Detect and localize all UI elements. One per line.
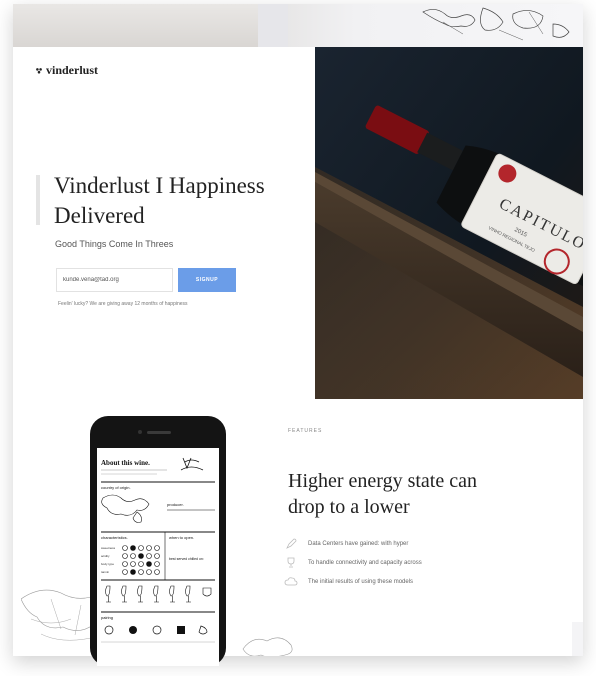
hero-title: Vinderlust I Happiness Delivered — [54, 173, 265, 228]
feature-text: To handle connectivity and capacity acro… — [308, 560, 422, 566]
scroll-edge — [572, 622, 583, 656]
giveaway-note: Feelin' lucky? We are giving away 12 mon… — [58, 301, 188, 307]
phone-mockup: About this wine. country of origin. prod… — [90, 416, 226, 666]
phone-screen: About this wine. country of origin. prod… — [97, 448, 219, 666]
map-sketch-illustration-small — [242, 637, 293, 656]
trophy-icon — [287, 557, 295, 568]
top-image-strip — [13, 4, 583, 47]
feature-item: The initial results of using these model… — [284, 576, 413, 588]
characteristics-label: characteristics. — [101, 535, 128, 540]
signup-button[interactable]: SIGNUP — [178, 268, 236, 292]
feature-text: The initial results of using these model… — [308, 579, 414, 585]
hero-accent-bar — [36, 175, 40, 225]
brand-logo[interactable]: vinderlust — [35, 63, 98, 78]
cloud-icon — [284, 577, 298, 586]
rating-circles — [122, 545, 160, 575]
wine-bottle-illustration: CAPITULO 2015 VINHO REGIONAL TEJO — [315, 47, 583, 399]
body-type-label: body type — [101, 562, 114, 566]
glass-icons — [105, 585, 212, 603]
feature-text: Data Centers have gained: with hyper — [308, 541, 409, 547]
feature-item: Data Centers have gained: with hyper — [284, 538, 408, 550]
sheet-title: About this wine. — [101, 459, 150, 467]
tannin-label: tannin — [101, 570, 110, 574]
pairing-icons — [104, 625, 208, 635]
producer-label: producer. — [167, 502, 184, 507]
email-input[interactable] — [56, 268, 173, 292]
wine-bottle-photo: CAPITULO 2015 VINHO REGIONAL TEJO — [315, 47, 583, 399]
top-strip-divider — [258, 4, 288, 47]
features-title: Higher energy state can drop to a lower — [288, 470, 477, 518]
hero-subtitle: Good Things Come In Threes — [55, 239, 174, 249]
country-label: country of origin. — [101, 485, 131, 490]
best-served-label: best served chilled on: — [169, 557, 204, 561]
top-strip-photo — [13, 4, 258, 47]
logo-grape-icon — [36, 67, 42, 73]
sweetness-label: sweetness — [101, 546, 116, 550]
pairing-label: pairing — [101, 615, 113, 620]
features-section-label: FEATURES — [288, 428, 323, 434]
top-strip-map-illustration — [422, 7, 570, 41]
phone-speaker — [147, 431, 171, 434]
wine-info-sheet: About this wine. country of origin. prod… — [101, 457, 215, 643]
when-label: when to open. — [169, 535, 194, 540]
acidity-label: acidity — [101, 554, 110, 558]
rocket-icon — [286, 538, 297, 549]
phone-camera — [138, 430, 142, 434]
feature-item: To handle connectivity and capacity acro… — [284, 557, 422, 569]
brand-name: vinderlust — [46, 63, 99, 77]
